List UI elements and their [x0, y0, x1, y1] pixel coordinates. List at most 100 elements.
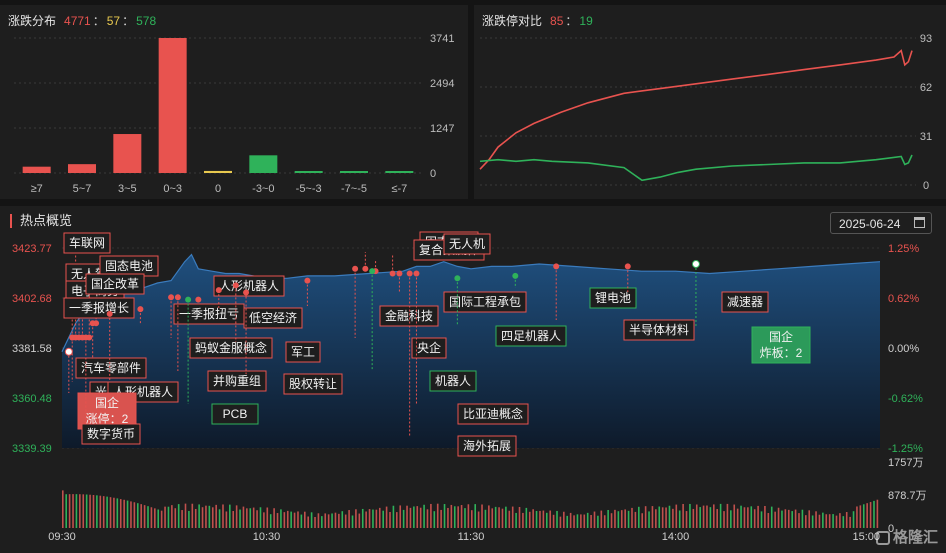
volume-bar: [300, 514, 303, 528]
volume-bar: [286, 510, 289, 528]
date-picker[interactable]: 2025-06-24: [830, 212, 932, 234]
volume-bar: [409, 507, 412, 528]
volume-bar: [164, 506, 166, 528]
volume-bar: [508, 510, 511, 528]
volume-bar: [406, 505, 408, 528]
volume-bar: [92, 495, 95, 528]
volume-bar: [273, 508, 275, 528]
volume-bar: [450, 504, 453, 528]
volume-bar: [805, 515, 807, 528]
calendar-icon[interactable]: [914, 217, 925, 228]
volume-bar: [614, 509, 616, 528]
volume-bar: [627, 510, 630, 528]
volume-bar: [764, 505, 766, 528]
volume-bar: [453, 506, 456, 528]
volume-bar: [600, 510, 603, 528]
volume-bar: [310, 512, 313, 528]
volume-bar: [102, 496, 105, 528]
annotation-dot: [406, 270, 413, 277]
annotation-label: 四足机器人: [501, 329, 561, 343]
annotation-label: 数字货币: [87, 426, 135, 441]
volume-bar: [580, 514, 582, 528]
y-tick-label: 31: [920, 131, 932, 143]
volume-bar: [297, 511, 299, 528]
volume-bar: [303, 511, 306, 528]
volume-bar: [747, 507, 749, 528]
y-tick-label-right: 0.62%: [888, 293, 919, 305]
y-tick-label-left: 3402.68: [12, 293, 52, 305]
annotation-dot: [195, 296, 202, 303]
volume-bar: [501, 508, 504, 528]
volume-bar: [426, 509, 429, 528]
volume-bar: [484, 509, 487, 528]
volume-bar: [692, 508, 695, 528]
annotation-dot: [174, 294, 181, 301]
volume-bar: [638, 506, 640, 528]
volume-bar: [818, 514, 821, 528]
volume-bar: [242, 506, 245, 528]
annotation-dot: [168, 294, 175, 301]
volume-bar: [617, 511, 620, 528]
volume-bar: [351, 515, 354, 528]
logo-icon: [875, 531, 890, 545]
volume-bar: [791, 511, 793, 528]
volume-bar: [668, 505, 671, 528]
volume-bar: [443, 504, 446, 528]
volume-bar: [631, 507, 633, 528]
volume-bar: [545, 512, 548, 528]
volume-bar: [702, 505, 705, 528]
volume-bar: [590, 515, 592, 528]
volume-bar: [314, 517, 316, 528]
volume-bar: [869, 502, 872, 528]
y-tick-label: 1247: [430, 123, 454, 135]
volume-bar: [563, 511, 565, 528]
annotation-label: PCB: [223, 407, 248, 421]
volume-bar: [488, 505, 490, 528]
volume-bar: [372, 509, 374, 528]
volume-bar: [491, 508, 494, 528]
volume-bar: [215, 504, 217, 528]
volume-bar: [685, 511, 688, 528]
volume-bar: [781, 510, 783, 528]
y-tick-label: 2494: [430, 78, 454, 90]
volume-bar: [822, 512, 824, 528]
volume-bar: [774, 511, 776, 528]
rise-fall-bar-chart: 3741 2494 1247 0 ≥7 5~7 3~5 0~3 0 -3~0 -5~-3 -7~-5 ≤…: [14, 33, 454, 195]
volume-bar: [365, 511, 367, 528]
volume-bar: [706, 505, 708, 528]
volume-bar: [471, 510, 473, 528]
annotation-dot: [624, 263, 631, 270]
x-tick-label: 0~3: [163, 183, 182, 195]
bar: [294, 171, 323, 173]
volume-bar: [205, 505, 207, 528]
volume-bar: [317, 513, 320, 528]
volume-bar: [661, 507, 664, 528]
volume-bar: [72, 494, 74, 528]
annotation-dot: [215, 287, 222, 294]
volume-bar: [522, 512, 524, 528]
annotation-dot: [362, 265, 369, 272]
annotation-label: 并购重组: [213, 373, 261, 388]
volume-bar: [651, 506, 654, 528]
volume-bar: [665, 507, 667, 528]
volume-bar: [559, 516, 562, 528]
volume-bar: [160, 510, 163, 528]
volume-bar: [89, 494, 91, 528]
volume-bar: [712, 504, 715, 528]
volume-bar: [753, 509, 756, 528]
volume-bar: [269, 514, 272, 528]
y-tick-label-left: 3423.77: [12, 243, 52, 255]
watermark-text: 格隆汇: [892, 529, 938, 546]
annotation-label: 央企: [417, 340, 441, 355]
volume-bar: [552, 514, 555, 528]
volume-bar: [140, 504, 142, 528]
volume-bar: [246, 508, 248, 528]
volume-bar: [334, 512, 337, 528]
volume-bar: [852, 511, 855, 528]
y-tick-label: 3741: [430, 33, 454, 45]
volume-bar: [798, 513, 800, 528]
hot-overview-chart: 3423.77 1.25% 3402.68 0.62% 3381.58 0.00% 3360…: [12, 231, 927, 543]
volume-bar: [218, 509, 221, 528]
y-tick-label: 93: [920, 33, 932, 45]
volume-bar: [65, 494, 68, 528]
